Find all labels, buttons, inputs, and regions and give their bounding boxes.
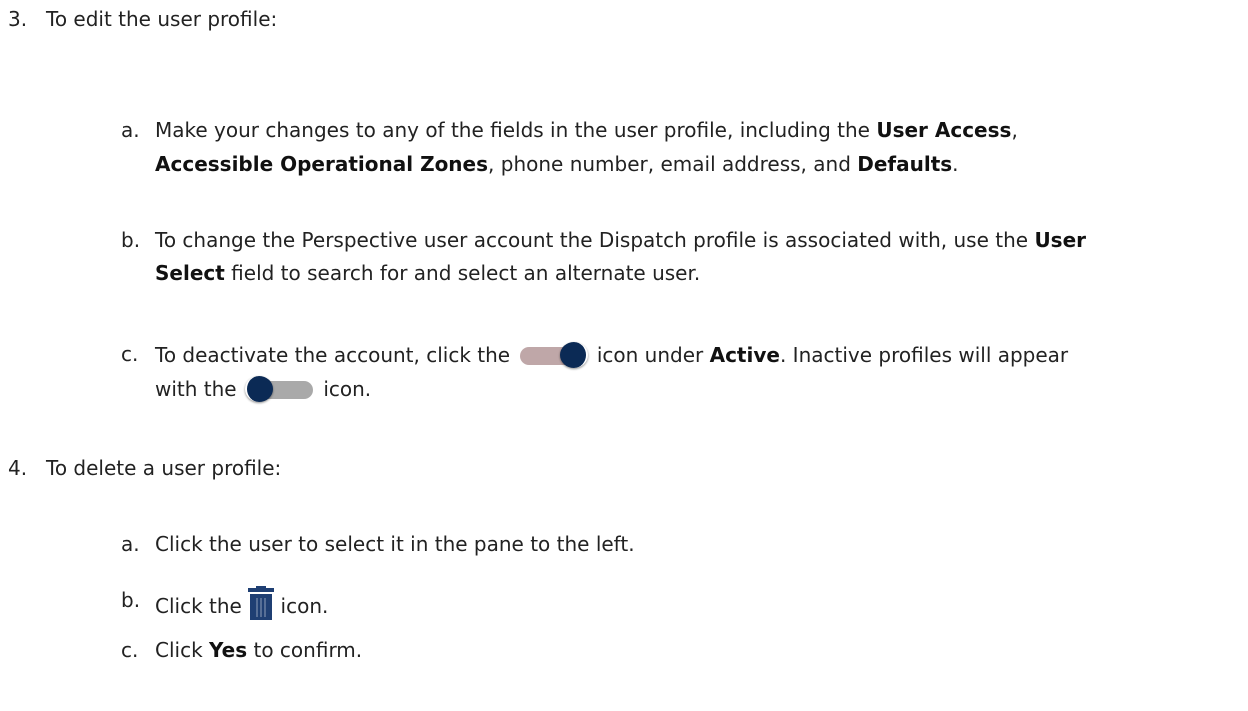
substep-text: To deactivate the account, click the ico… (155, 340, 1068, 369)
field-name: Select (155, 261, 225, 285)
substep-text: Click Yes to confirm. (155, 638, 363, 662)
field-name: User (1034, 228, 1087, 252)
field-name: Accessible Operational Zones (155, 152, 489, 176)
step-number: 4. (8, 456, 28, 480)
field-name: Active (709, 343, 780, 367)
substep-letter: b. (121, 228, 141, 252)
step-title: To edit the user profile: (46, 7, 278, 31)
substep-text: Click the icon. (155, 586, 328, 620)
toggle-off-icon (243, 374, 317, 402)
substep-letter: a. (121, 532, 140, 556)
step-number: 3. (8, 7, 28, 31)
substep-text: Select field to search for and select an… (155, 261, 701, 285)
trash-icon (248, 586, 275, 620)
field-name: Defaults (857, 152, 953, 176)
substep-letter: a. (121, 118, 140, 142)
substep-letter: c. (121, 342, 139, 366)
field-name: User Access (876, 118, 1012, 142)
substep-text: Make your changes to any of the fields i… (155, 118, 1018, 142)
substep-text: Accessible Operational Zones, phone numb… (155, 152, 959, 176)
toggle-on-icon (516, 340, 590, 368)
substep-text: Click the user to select it in the pane … (155, 532, 635, 556)
button-name: Yes (209, 638, 248, 662)
substep-letter: b. (121, 588, 141, 612)
step-title: To delete a user profile: (46, 456, 282, 480)
substep-letter: c. (121, 638, 139, 662)
substep-text: with the icon. (155, 374, 371, 403)
substep-text: To change the Perspective user account t… (155, 228, 1087, 252)
